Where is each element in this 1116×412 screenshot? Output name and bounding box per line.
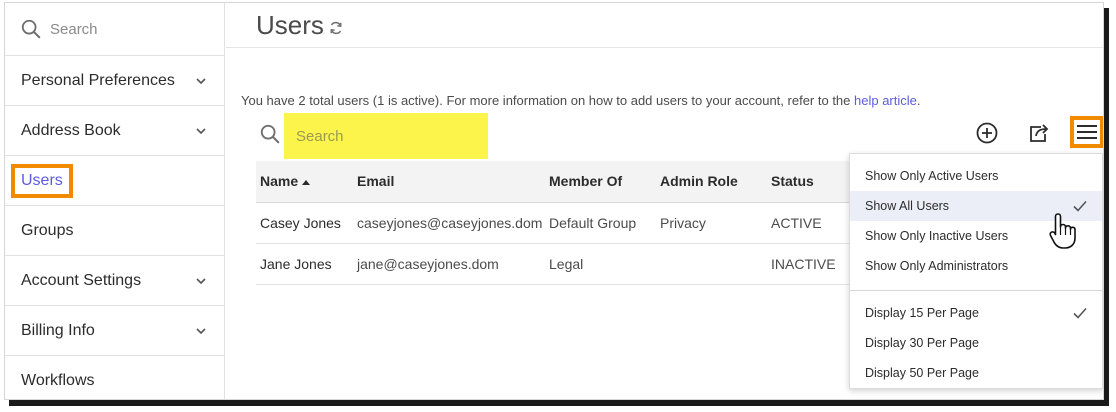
menu-item-show-administrators[interactable]: Show Only Administrators [850,251,1102,281]
table-header-row: Name Email Member Of Admin Role Status [256,161,850,203]
menu-item-display-15[interactable]: Display 15 Per Page [850,298,1102,328]
page-title: Users [256,9,324,40]
user-status: INACTIVE [767,243,850,285]
sidebar-item-personal-preferences[interactable]: Personal Preferences [5,56,224,106]
column-header-label: Member Of [549,173,623,190]
main-content: Users You have 2 total users (1 is activ… [226,3,1103,399]
user-email: caseyjones@caseyjones.dom [353,202,545,244]
menu-item-show-active-users[interactable]: Show Only Active Users [850,161,1102,191]
column-header-name[interactable]: Name [256,161,353,203]
menu-item-label: Display 30 Per Page [865,336,979,350]
chevron-down-icon [196,327,206,334]
column-header-member-of[interactable]: Member Of [545,161,656,203]
sidebar-item-label: Address Book [21,121,121,139]
column-header-status[interactable]: Status [767,161,850,203]
sidebar-search-input[interactable] [50,20,200,38]
user-name[interactable]: Casey Jones [256,202,353,244]
sidebar-item-users[interactable]: Users [5,156,224,206]
column-header-label: Email [357,173,395,190]
sidebar-item-label: Groups [21,221,74,239]
add-user-button[interactable] [973,119,1001,147]
sidebar-item-account-settings[interactable]: Account Settings [5,256,224,306]
sidebar-item-label: Account Settings [21,271,142,289]
column-header-label: Status [771,173,814,190]
menu-item-label: Show All Users [865,199,950,213]
menu-item-label: Show Only Inactive Users [865,229,1009,243]
hamburger-menu-icon [1077,125,1097,139]
user-admin-role [656,243,767,285]
sidebar-item-groups[interactable]: Groups [5,206,224,256]
chevron-down-icon [196,77,206,84]
menu-item-label: Display 15 Per Page [865,306,979,320]
menu-item-label: Show Only Administrators [865,259,1009,273]
list-options-dropdown: Show Only Active Users Show All Users Sh… [849,153,1103,389]
info-text-end: . [916,93,921,108]
user-search-input[interactable] [284,113,488,159]
info-text: You have 2 total users (1 is active). Fo… [241,93,854,108]
search-icon [260,124,280,144]
user-member-of: Legal [545,243,656,285]
search-icon [21,19,41,39]
sidebar-item-label: Workflows [21,371,95,389]
users-info-text: You have 2 total users (1 is active). Fo… [241,93,921,108]
sidebar-item-label: Users [11,163,73,198]
menu-item-display-50[interactable]: Display 50 Per Page [850,358,1102,388]
sidebar-item-label: Personal Preferences [21,71,175,89]
user-admin-role: Privacy [656,202,767,244]
title-bar: Users [226,3,1103,48]
menu-divider [850,290,1102,291]
sidebar-item-billing-info[interactable]: Billing Info [5,306,224,356]
column-header-label: Name [260,173,299,190]
menu-item-show-all-users[interactable]: Show All Users [850,191,1102,221]
table-row[interactable]: Casey Jones caseyjones@caseyjones.dom De… [256,202,850,244]
column-header-admin-role[interactable]: Admin Role [656,161,767,203]
sidebar-search [5,3,224,56]
chevron-down-icon [196,127,206,134]
help-article-link[interactable]: help article [854,93,917,108]
sort-ascending-icon [302,180,311,186]
app-window: Personal Preferences Address Book Users … [4,2,1104,400]
refresh-icon[interactable] [328,20,344,36]
user-member-of: Default Group [545,202,656,244]
menu-item-show-inactive-users[interactable]: Show Only Inactive Users [850,221,1102,251]
user-email: jane@caseyjones.dom [353,243,545,285]
users-table: Name Email Member Of Admin Role Status C… [256,161,850,285]
menu-item-label: Show Only Active Users [865,169,999,183]
column-header-email[interactable]: Email [353,161,545,203]
plus-circle-icon [976,122,998,144]
sidebar: Personal Preferences Address Book Users … [5,3,225,399]
sidebar-item-label: Billing Info [21,321,95,339]
sidebar-item-workflows[interactable]: Workflows [5,356,224,399]
user-status: ACTIVE [767,202,850,244]
chevron-down-icon [196,277,206,284]
export-button[interactable] [1025,119,1053,147]
user-name[interactable]: Jane Jones [256,243,353,285]
share-icon [1030,124,1049,142]
menu-item-label: Display 50 Per Page [865,366,979,380]
checkmark-icon [1073,307,1087,319]
checkmark-icon [1073,200,1087,212]
menu-item-display-30[interactable]: Display 30 Per Page [850,328,1102,358]
sidebar-item-address-book[interactable]: Address Book [5,106,224,156]
list-options-menu-button[interactable] [1070,116,1103,148]
table-row[interactable]: Jane Jones jane@caseyjones.dom Legal INA… [256,243,850,285]
column-header-label: Admin Role [660,173,738,190]
